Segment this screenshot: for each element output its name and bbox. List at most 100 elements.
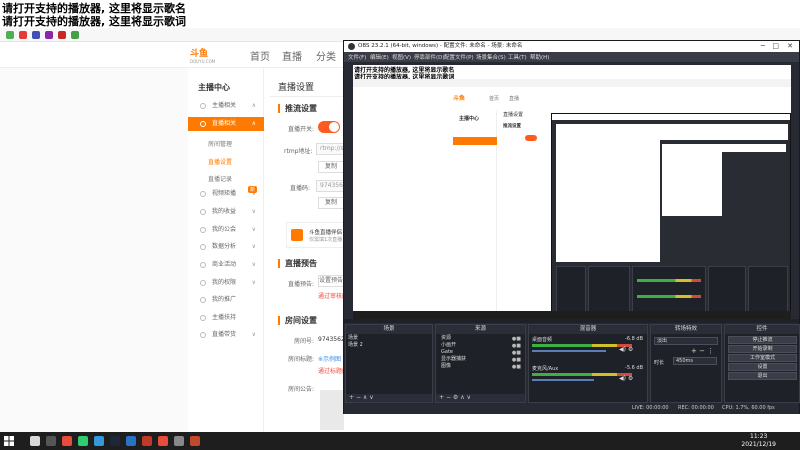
menu-profile[interactable]: 配置文件(P) xyxy=(444,53,474,61)
chevron-icon: ∨ xyxy=(251,331,256,338)
scene-item[interactable]: 场景 xyxy=(346,335,432,342)
nested-overlay: 请打开支持的播放器, 这里将显示歌名 请打开支持的播放器, 这里将显示歌词 xyxy=(353,65,791,81)
taskbar-app-icon[interactable] xyxy=(78,436,88,446)
taskbar-app-icon[interactable] xyxy=(46,436,56,446)
volume-slider[interactable] xyxy=(532,379,594,381)
nested-mixer-dock xyxy=(632,266,706,312)
studio-mode-button[interactable]: 工作室模式 xyxy=(728,354,797,362)
menu-docks[interactable]: 停靠部件(D) xyxy=(414,53,445,61)
clock-time: 11:23 xyxy=(750,433,768,440)
stream-toggle[interactable] xyxy=(318,121,340,133)
gear-icon[interactable]: ⚙ xyxy=(453,394,458,401)
menu-view[interactable]: 视图(V) xyxy=(392,53,411,61)
copy-rtmp-button[interactable]: 复制 xyxy=(318,161,344,173)
sidebar-subitem-room[interactable]: 房间管理 xyxy=(208,139,232,148)
obs-preview-canvas[interactable]: 请打开支持的播放器, 这里将显示歌名 请打开支持的播放器, 这里将显示歌词 斗鱼… xyxy=(353,65,791,319)
maximize-icon[interactable]: □ xyxy=(772,41,779,52)
stop-streaming-button[interactable]: 停止推流 xyxy=(728,336,797,344)
nav-category[interactable]: 分类 xyxy=(316,48,336,63)
nav-live[interactable]: 直播 xyxy=(282,48,302,63)
room-title-value[interactable]: ※示例图 xyxy=(318,354,341,363)
settings-button[interactable]: 设置 xyxy=(728,363,797,371)
add-icon[interactable]: + xyxy=(349,394,354,401)
controls-dock: 控件 停止推流 开始录制 工作室模式 设置 退出 xyxy=(724,324,800,403)
nav-home[interactable]: 首页 xyxy=(250,48,270,63)
bookmark-icon[interactable] xyxy=(45,31,53,39)
taskbar-app-icon[interactable] xyxy=(110,436,120,446)
logo-text: 斗鱼 xyxy=(190,49,209,59)
obs-titlebar[interactable]: OBS 23.2.1 (64-bit, windows) - 配置文件: 未命名… xyxy=(344,41,799,52)
taskbar-app-icon[interactable] xyxy=(94,436,104,446)
sidebar-item-permissions[interactable]: 我的权限 ∨ xyxy=(188,276,264,290)
audio-meter xyxy=(532,373,632,376)
stream-code-input[interactable]: 9743562 xyxy=(316,180,344,192)
speaker-icon[interactable]: ◀) ⚙ xyxy=(619,346,633,353)
sidebar-item-support[interactable]: 主播扶持 xyxy=(188,311,264,325)
volume-slider[interactable] xyxy=(532,350,606,352)
clock-date: 2021/12/19 xyxy=(741,441,776,448)
obs-window[interactable]: OBS 23.2.1 (64-bit, windows) - 配置文件: 未命名… xyxy=(343,40,800,414)
section-stream-title: 推流设置 xyxy=(278,104,317,113)
speaker-icon[interactable]: ◀) ⚙ xyxy=(619,375,633,382)
minimize-icon[interactable]: ─ xyxy=(761,41,765,52)
sidebar-item-guild[interactable]: 我的公会 ∨ xyxy=(188,223,264,237)
chart-icon xyxy=(200,244,206,250)
sources-toolbar: + − ⚙ ∧ ∨ xyxy=(436,394,525,402)
sidebar-item-income[interactable]: 我的收益 ∨ xyxy=(188,205,264,219)
chevron-icon: ∨ xyxy=(251,261,256,268)
duration-label: 时长 xyxy=(654,360,665,366)
sidebar-item-promo[interactable]: 我的推广 xyxy=(188,293,264,307)
sidebar-item-live[interactable]: 直播相关 ∧ xyxy=(188,117,264,131)
menu-scene-collection[interactable]: 场景集合(S) xyxy=(476,53,506,61)
taskbar-app-icon[interactable] xyxy=(190,436,200,446)
bookmark-icon[interactable] xyxy=(19,31,27,39)
copy-code-button[interactable]: 复制 xyxy=(318,197,344,209)
menu-help[interactable]: 帮助(H) xyxy=(530,53,549,61)
bookmark-icon[interactable] xyxy=(71,31,79,39)
rtmp-input[interactable]: rtmp://s xyxy=(316,143,344,155)
sidebar-item-analytics[interactable]: 数据分析 ∨ xyxy=(188,240,264,254)
taskbar-app-icon[interactable] xyxy=(158,436,168,446)
duration-input[interactable]: 450ms xyxy=(673,357,717,365)
close-icon[interactable]: ✕ xyxy=(787,41,793,52)
add-icon[interactable]: + xyxy=(439,394,444,401)
remove-icon[interactable]: − xyxy=(446,394,451,401)
menu-file[interactable]: 文件(F) xyxy=(348,53,366,61)
lyrics-overlay: 请打开支持的播放器, 这里将显示歌名 请打开支持的播放器, 这里将显示歌词 xyxy=(0,0,800,28)
down-icon[interactable]: ∨ xyxy=(369,394,373,401)
sidebar-subitem-records[interactable]: 直播记录 xyxy=(208,174,232,183)
menu-tools[interactable]: 工具(T) xyxy=(508,53,527,61)
exit-button[interactable]: 退出 xyxy=(728,372,797,380)
source-visibility-icons[interactable]: ●■ ●■ ●■ ●■ ●■ xyxy=(512,336,521,371)
sidebar-item-business[interactable]: 商业活动 ∨ xyxy=(188,258,264,272)
room-notice-textarea[interactable] xyxy=(320,390,344,430)
scene-item[interactable]: 场景 2 xyxy=(346,342,432,349)
taskbar-app-icon[interactable] xyxy=(142,436,152,446)
start-recording-button[interactable]: 开始录制 xyxy=(728,345,797,353)
up-icon[interactable]: ∧ xyxy=(363,394,367,401)
rtmp-label: rtmp地址: xyxy=(284,148,313,155)
sidebar-item-anchor[interactable]: 主播相关 ∧ xyxy=(188,99,264,113)
bookmark-icon[interactable] xyxy=(32,31,40,39)
douyu-logo[interactable]: 斗鱼 DOUYU.COM xyxy=(190,46,226,64)
transition-add-remove[interactable]: + − ⋮ xyxy=(691,347,714,355)
sidebar-item-commerce[interactable]: 直播带货 ∨ xyxy=(188,328,264,342)
transition-select[interactable]: 淡出 xyxy=(654,337,718,345)
up-icon[interactable]: ∧ xyxy=(460,394,464,401)
taskbar-app-icon[interactable] xyxy=(30,436,40,446)
bookmark-icon[interactable] xyxy=(58,31,66,39)
taskbar-app-icon[interactable] xyxy=(62,436,72,446)
taskbar-app-icon[interactable] xyxy=(126,436,136,446)
sidebar-subitem-settings[interactable]: 直播设置 xyxy=(208,157,232,166)
remove-icon[interactable]: − xyxy=(356,394,361,401)
sidebar-item-label: 我的权限 xyxy=(212,279,237,286)
taskbar-app-icon[interactable] xyxy=(174,436,184,446)
windows-start-icon[interactable] xyxy=(4,436,14,446)
set-notice-button[interactable]: 设置预告 xyxy=(318,275,344,287)
bookmark-icon[interactable] xyxy=(6,31,14,39)
system-clock[interactable]: 11:23 2021/12/19 xyxy=(741,433,776,449)
companion-promo-card[interactable]: 斗鱼直播伴侣 仅需填1次直播 xyxy=(286,222,344,248)
menu-edit[interactable]: 编辑(E) xyxy=(370,53,389,61)
nested-toggle xyxy=(525,135,537,141)
down-icon[interactable]: ∨ xyxy=(467,394,471,401)
